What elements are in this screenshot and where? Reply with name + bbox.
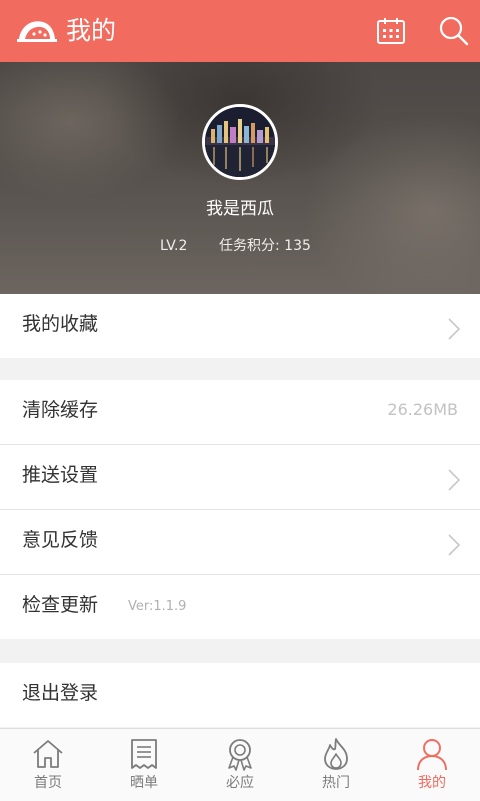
clear-cache-row[interactable]: 清除缓存 26.26MB xyxy=(0,380,480,445)
app-bar: 我的 xyxy=(0,0,480,62)
tab-home[interactable]: 首页 xyxy=(0,729,96,801)
calendar-icon[interactable] xyxy=(376,16,406,46)
bottom-tab-bar: 首页 晒单 必应 热门 我的 xyxy=(0,728,480,801)
chevron-right-icon xyxy=(448,534,460,556)
award-ribbon-icon xyxy=(228,739,252,771)
clear-cache-label: 清除缓存 xyxy=(22,399,99,421)
logout-label: 退出登录 xyxy=(22,682,99,704)
watermelon-logo-icon xyxy=(17,21,57,42)
tab-share-label: 晒单 xyxy=(130,775,158,791)
flame-icon xyxy=(324,738,348,770)
user-level: LV.2 xyxy=(160,238,188,254)
feedback-label: 意见反馈 xyxy=(22,529,99,551)
tab-mine[interactable]: 我的 xyxy=(384,729,480,801)
chevron-right-icon xyxy=(448,318,460,340)
chevron-right-icon xyxy=(448,469,460,491)
tab-must[interactable]: 必应 xyxy=(192,729,288,801)
tab-must-label: 必应 xyxy=(226,775,254,791)
user-icon xyxy=(417,739,447,771)
favorites-row[interactable]: 我的收藏 xyxy=(0,294,480,358)
task-points: 任务积分: 135 xyxy=(219,238,311,254)
user-stats: LV.2 任务积分: 135 xyxy=(0,236,480,256)
receipt-icon xyxy=(131,739,157,769)
tab-mine-label: 我的 xyxy=(418,775,446,791)
city-night-photo xyxy=(205,107,275,177)
tab-hot-label: 热门 xyxy=(322,775,350,791)
logout-row[interactable]: 退出登录 xyxy=(0,663,480,727)
check-update-label: 检查更新 xyxy=(22,594,99,616)
tab-share[interactable]: 晒单 xyxy=(96,729,192,801)
profile-header: 我是西瓜 LV.2 任务积分: 135 xyxy=(0,62,480,294)
search-icon[interactable] xyxy=(438,15,470,47)
push-settings-label: 推送设置 xyxy=(22,464,99,486)
home-icon xyxy=(33,740,63,768)
push-settings-row[interactable]: 推送设置 xyxy=(0,445,480,510)
feedback-row[interactable]: 意见反馈 xyxy=(0,510,480,575)
avatar[interactable] xyxy=(202,104,278,180)
tab-home-label: 首页 xyxy=(34,775,62,791)
favorites-label: 我的收藏 xyxy=(22,313,99,335)
tab-hot[interactable]: 热门 xyxy=(288,729,384,801)
page-title: 我的 xyxy=(66,16,117,45)
username: 我是西瓜 xyxy=(206,199,274,219)
logout-group: 退出登录 xyxy=(0,663,480,727)
cache-size: 26.26MB xyxy=(387,400,458,419)
version-label: Ver:1.1.9 xyxy=(128,599,187,614)
check-update-row[interactable]: 检查更新 Ver:1.1.9 xyxy=(0,575,480,639)
favorites-group: 我的收藏 xyxy=(0,294,480,358)
settings-group: 清除缓存 26.26MB 推送设置 意见反馈 检查更新 Ver:1.1.9 xyxy=(0,380,480,639)
